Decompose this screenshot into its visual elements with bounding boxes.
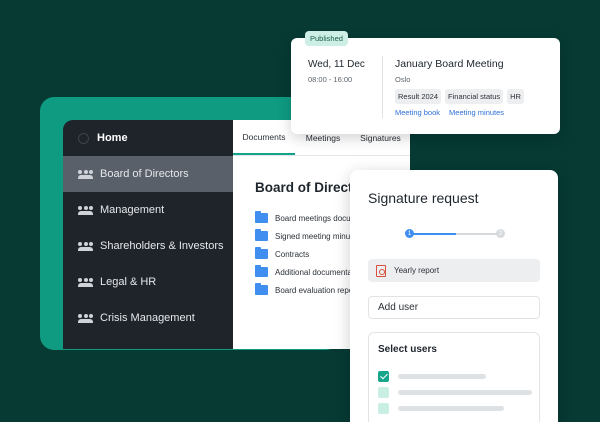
attached-file[interactable]: Yearly report [368, 259, 540, 282]
meeting-title: January Board Meeting [395, 58, 504, 70]
meeting-tags: Result 2024 Financial status HR [395, 89, 524, 104]
tag: HR [507, 89, 524, 104]
meeting-minutes-link[interactable]: Meeting minutes [449, 108, 504, 117]
step-2[interactable]: 2 [496, 229, 505, 238]
meeting-time: 08:00 - 16:00 [308, 75, 353, 84]
folder-label: Signed meeting minutes [275, 231, 361, 241]
home-icon [78, 132, 89, 144]
sidebar-home-label: Home [97, 132, 128, 144]
sidebar-item-label: Crisis Management [100, 312, 195, 324]
folder-icon [255, 265, 268, 277]
tab-documents[interactable]: Documents [233, 120, 295, 155]
checkbox-unchecked[interactable] [378, 387, 389, 398]
group-icon [78, 313, 93, 323]
status-badge: Published [305, 31, 348, 46]
folder-icon [255, 229, 268, 241]
stepper-track [456, 233, 500, 235]
sidebar-item-label: Management [100, 204, 165, 216]
group-icon [78, 205, 93, 215]
tag: Result 2024 [395, 89, 442, 104]
sidebar-item-crisis-management[interactable]: Crisis Management [63, 300, 233, 336]
stepper-progress [410, 233, 456, 235]
file-label: Yearly report [394, 266, 440, 275]
user-row[interactable] [378, 403, 504, 414]
stepper: 1 2 [405, 229, 505, 238]
group-icon [78, 169, 93, 179]
meeting-date: Wed, 11 Dec [308, 59, 365, 70]
meeting-card[interactable]: Published Wed, 11 Dec 08:00 - 16:00 Janu… [291, 31, 560, 134]
card-title: Signature request [368, 190, 479, 206]
signature-request-card: Signature request 1 2 Yearly report Add … [350, 170, 558, 422]
sidebar-item-label: Board of Directors [100, 168, 189, 180]
sidebar-item-shareholders-investors[interactable]: Shareholders & Investors [63, 228, 233, 264]
meeting-location: Oslo [395, 75, 411, 84]
folder-icon [255, 283, 268, 295]
app-canvas: Home Board of Directors Management Share… [0, 0, 600, 422]
group-icon [78, 241, 93, 251]
add-user-input[interactable]: Add user [368, 296, 540, 319]
tag: Financial status [445, 89, 504, 104]
folder-icon [255, 247, 268, 259]
meeting-book-link[interactable]: Meeting book [395, 108, 440, 117]
folder-icon [255, 211, 268, 223]
user-name-placeholder [398, 374, 486, 379]
group-icon [78, 277, 93, 287]
select-users-title: Select users [378, 344, 437, 355]
user-row[interactable] [378, 387, 532, 398]
step-1[interactable]: 1 [405, 229, 414, 238]
sidebar-home[interactable]: Home [63, 120, 233, 156]
checkbox-unchecked[interactable] [378, 403, 389, 414]
sidebar-item-legal-hr[interactable]: Legal & HR [63, 264, 233, 300]
checkbox-checked[interactable] [378, 371, 389, 382]
sidebar-item-label: Legal & HR [100, 276, 157, 288]
user-name-placeholder [398, 406, 504, 411]
divider [382, 56, 383, 118]
sidebar-item-label: Shareholders & Investors [100, 240, 224, 252]
pdf-icon [376, 264, 386, 277]
sidebar-item-management[interactable]: Management [63, 192, 233, 228]
sidebar: Home Board of Directors Management Share… [63, 120, 233, 349]
select-users-panel: Select users [368, 332, 540, 422]
user-row[interactable] [378, 371, 486, 382]
user-name-placeholder [398, 390, 532, 395]
folder-label: Contracts [275, 249, 310, 259]
meeting-links: Meeting book Meeting minutes [395, 108, 504, 117]
sidebar-item-board-of-directors[interactable]: Board of Directors [63, 156, 233, 192]
